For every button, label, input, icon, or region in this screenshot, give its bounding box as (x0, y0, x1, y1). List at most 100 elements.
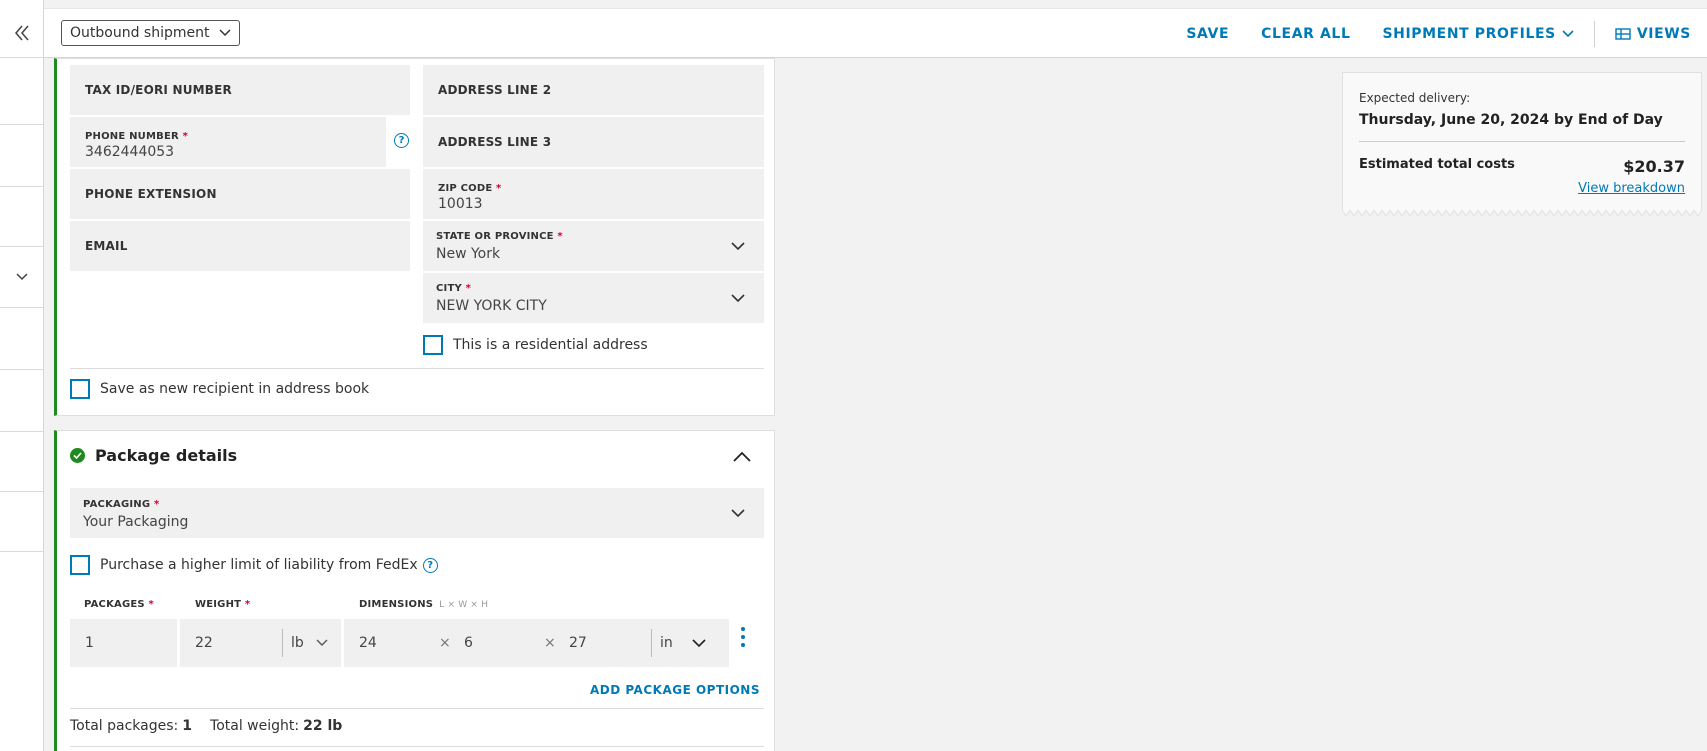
shipment-profiles-label: SHIPMENT PROFILES (1382, 26, 1556, 42)
address-line-2-label: ADDRESS LINE 2 (438, 83, 552, 97)
divider (70, 708, 764, 709)
times-sign: × (439, 635, 451, 651)
save-recipient-label: Save as new recipient in address book (100, 381, 370, 397)
shipment-profiles-button[interactable]: SHIPMENT PROFILES (1366, 26, 1589, 42)
phone-number-label: PHONE NUMBER * (85, 131, 188, 142)
state-province-select[interactable]: STATE OR PROVINCE * New York (423, 221, 764, 271)
packages-column-label: PACKAGES * (84, 599, 154, 610)
packages-input[interactable]: 1 (70, 619, 177, 667)
dimension-unit-value: in (660, 635, 673, 651)
city-select[interactable]: CITY * NEW YORK CITY (423, 273, 764, 323)
divider (70, 368, 764, 369)
weight-value: 22 (195, 635, 213, 651)
chevron-down-icon (16, 273, 28, 281)
dimensions-column-label: DIMENSIONS L × W × H (359, 599, 489, 610)
more-options-icon[interactable] (741, 627, 747, 647)
length-value: 24 (359, 635, 377, 651)
chevron-up-icon[interactable] (732, 451, 752, 463)
weight-column-label: WEIGHT * (195, 599, 251, 610)
liability-help-icon[interactable]: ? (422, 557, 438, 573)
chevron-down-icon (219, 29, 232, 37)
tax-id-field[interactable]: TAX ID/EORI NUMBER (70, 65, 410, 115)
address-line-2-field[interactable]: ADDRESS LINE 2 (423, 65, 764, 115)
city-value: NEW YORK CITY (436, 298, 547, 314)
double-chevron-left-icon (15, 25, 29, 40)
packaging-value: Your Packaging (83, 514, 189, 530)
phone-number-field[interactable]: PHONE NUMBER * 3462444053 (70, 117, 386, 167)
shipment-type-value: Outbound shipment (70, 25, 210, 41)
divider (1359, 141, 1685, 142)
chevron-down-icon (692, 639, 706, 648)
residential-address-checkbox[interactable] (423, 335, 443, 355)
liability-checkbox-row[interactable]: Purchase a higher limit of liability fro… (70, 555, 438, 575)
collapse-sidebar-button[interactable] (0, 8, 44, 58)
residential-address-label: This is a residential address (453, 337, 648, 353)
divider (1593, 21, 1595, 47)
package-details-header: Package details (70, 446, 237, 465)
zip-code-label: ZIP CODE * (438, 183, 502, 194)
dimensions-input[interactable]: 24 × 6 × 27 in (344, 619, 729, 667)
phone-number-value: 3462444053 (85, 144, 175, 160)
add-package-options-button[interactable]: ADD PACKAGE OPTIONS (590, 683, 760, 697)
liability-checkbox[interactable] (70, 555, 90, 575)
zip-code-field[interactable]: ZIP CODE * 10013 (423, 169, 764, 219)
rail-step-7[interactable] (0, 432, 44, 492)
package-totals: Total packages: 1 Total weight: 22 lb (70, 718, 342, 734)
rail-step-6[interactable] (0, 370, 44, 432)
packaging-label: PACKAGING * (83, 499, 160, 510)
clear-all-button[interactable]: CLEAR ALL (1245, 26, 1366, 42)
views-button[interactable]: VIEWS (1599, 26, 1707, 42)
rail-step-1[interactable] (0, 58, 44, 125)
email-label: EMAIL (85, 239, 128, 253)
state-province-label: STATE OR PROVINCE * (436, 231, 563, 242)
total-packages: Total packages: 1 (70, 718, 193, 734)
rail-step-4[interactable] (0, 247, 44, 308)
expected-delivery-date: Thursday, June 20, 2024 by End of Day (1359, 112, 1663, 128)
chevron-down-icon (731, 294, 745, 303)
total-weight: Total weight: 22 lb (210, 718, 343, 734)
email-field[interactable]: EMAIL (70, 221, 410, 271)
views-grid-icon (1615, 28, 1631, 40)
rail-step-8[interactable] (0, 492, 44, 552)
save-recipient-checkbox-row[interactable]: Save as new recipient in address book (70, 379, 369, 399)
chevron-down-icon (731, 509, 745, 518)
liability-label: Purchase a higher limit of liability fro… (100, 557, 418, 573)
estimated-total-label: Estimated total costs (1359, 157, 1515, 172)
address-line-3-label: ADDRESS LINE 3 (438, 135, 552, 149)
weight-input[interactable]: 22 lb (180, 619, 341, 667)
top-actions: SAVE CLEAR ALL SHIPMENT PROFILES VIEWS (1170, 9, 1707, 59)
chevron-down-icon (316, 639, 328, 646)
rail-step-3[interactable] (0, 187, 44, 247)
clear-all-label: CLEAR ALL (1261, 26, 1351, 42)
zip-code-value: 10013 (438, 196, 483, 212)
save-label: SAVE (1186, 26, 1230, 42)
packaging-select[interactable]: PACKAGING * Your Packaging (70, 488, 764, 538)
check-circle-icon (70, 448, 85, 463)
phone-extension-field[interactable]: PHONE EXTENSION (70, 169, 410, 219)
package-details-title: Package details (95, 446, 238, 465)
phone-extension-label: PHONE EXTENSION (85, 187, 217, 201)
residential-address-checkbox-row[interactable]: This is a residential address (423, 335, 648, 355)
weight-unit-select[interactable]: lb (282, 629, 328, 657)
address-line-3-field[interactable]: ADDRESS LINE 3 (423, 117, 764, 167)
weight-unit-value: lb (291, 635, 304, 651)
rail-step-5[interactable] (0, 308, 44, 370)
top-bar: Outbound shipment SAVE CLEAR ALL SHIPMEN… (44, 8, 1707, 58)
chevron-down-icon (1562, 30, 1574, 38)
city-label: CITY * (436, 283, 472, 294)
views-label: VIEWS (1636, 26, 1691, 42)
shipment-type-select[interactable]: Outbound shipment (61, 20, 241, 46)
estimated-total-value: $20.37 (1623, 157, 1685, 176)
dimension-unit-select[interactable]: in (651, 629, 707, 657)
save-button[interactable]: SAVE (1170, 26, 1245, 42)
rail-step-2[interactable] (0, 125, 44, 187)
packages-value: 1 (85, 635, 94, 651)
receipt-edge (1342, 210, 1702, 217)
height-value: 27 (569, 635, 587, 651)
view-breakdown-link[interactable]: View breakdown (1578, 181, 1685, 196)
recipient-card: TAX ID/EORI NUMBER PHONE NUMBER * 346244… (54, 58, 775, 416)
width-value: 6 (464, 635, 473, 651)
phone-help-icon[interactable]: ? (394, 133, 409, 148)
package-details-card: Package details PACKAGING * Your Packagi… (54, 430, 775, 751)
save-recipient-checkbox[interactable] (70, 379, 90, 399)
